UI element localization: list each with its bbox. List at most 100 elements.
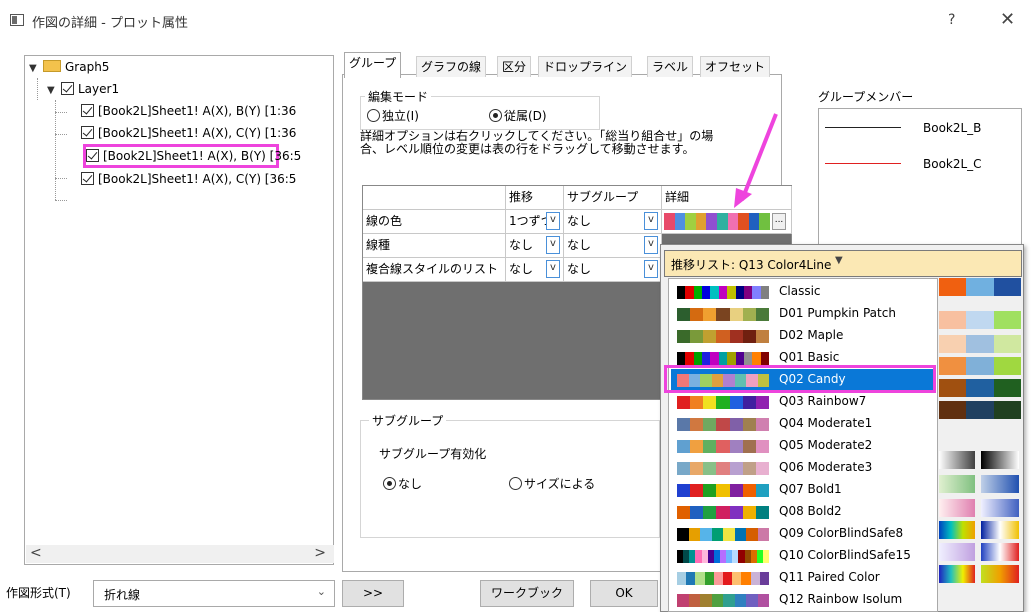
palette-item[interactable]: D02 Maple [671,325,935,347]
checkbox[interactable] [81,172,94,185]
tree-node-plot-selected[interactable]: [Book2L]Sheet1! A(X), B(Y) [36:5 [83,144,301,168]
radio-independent[interactable]: 独立(I) [367,107,419,124]
chevron-down-icon[interactable]: ▼ [47,80,61,102]
chevron-down-icon[interactable]: v [644,260,658,278]
tree-node-graph[interactable]: ▼ Graph5 [29,56,109,78]
palette-name: Q08 Bold2 [779,504,842,518]
radio-icon[interactable] [509,477,522,490]
chevron-down-icon[interactable]: v [546,212,560,230]
radio-icon[interactable] [367,109,380,122]
chevron-down-icon[interactable]: v [546,236,560,254]
edit-mode-title: 編集モード [365,88,432,105]
tree-node-plot-label: [Book2L]Sheet1! A(X), C(Y) [36:5 [98,172,297,186]
help-button[interactable]: ? [948,12,955,28]
tab-label[interactable]: ラベル [647,56,694,77]
color-strip [939,401,1021,419]
gradient-strip [939,451,975,469]
palette-swatch [677,550,770,563]
palette-item[interactable]: Q04 Moderate1 [671,413,935,435]
tab-line[interactable]: グラフの線 [416,56,487,77]
radio-independent-label: 独立(I) [382,109,419,123]
color-strip [939,357,1021,375]
palette-item[interactable]: Q03 Rainbow7 [671,391,935,413]
grid-row-label: 線種 [363,234,506,258]
palette-name: Q06 Moderate3 [779,460,873,474]
gradient-strip [981,475,1019,493]
tab-dropline[interactable]: ドロップライン [538,56,633,77]
palette-list[interactable]: Classic D01 Pumpkin Patch D02 Maple Q01 Bas… [668,278,938,612]
checkbox[interactable] [86,149,99,162]
tree-node-plot[interactable]: [Book2L]Sheet1! A(X), B(Y) [1:36 [81,100,296,122]
plot-type-label: 作図形式(T) [6,586,71,600]
gradient-strip [981,565,1019,583]
close-icon[interactable]: ✕ [1000,9,1015,30]
palette-item[interactable]: Q05 Moderate2 [671,435,935,457]
tab-category[interactable]: 区分 [497,56,532,77]
grid-subgroup-value: なし [567,262,592,276]
scroll-left-icon[interactable]: < [30,545,42,561]
tree-node-layer[interactable]: ▼ Layer1 [47,78,119,100]
palette-item[interactable]: D01 Pumpkin Patch [671,303,935,325]
palette-swatch [677,308,769,321]
chevron-down-icon[interactable]: ▼ [29,58,43,80]
palette-name: Classic [779,284,821,298]
radio-icon[interactable] [383,477,396,490]
chevron-down-icon: ▼ [835,255,843,266]
gradient-strip [939,475,975,493]
palette-item[interactable]: Q06 Moderate3 [671,457,935,479]
palette-name: Q12 Rainbow Isolum [779,592,903,606]
help-text: 詳細オプションは右クリックしてください。「総当り組合せ」の場合、レベル順位の変更… [360,129,714,156]
palette-name: Q05 Moderate2 [779,438,873,452]
grid-subgroup-cell[interactable]: なし v [564,258,662,282]
tree-node-plot-label: [Book2L]Sheet1! A(X), C(Y) [1:36 [98,126,297,140]
title-bar: 作図の詳細 - プロット属性 ? ✕ [0,0,1034,40]
scroll-right-icon[interactable]: > [314,545,326,561]
palette-dropdown[interactable]: 推移リスト: Q13 Color4Line ▼ [664,250,1022,277]
group-members-list: Book2L_B Book2L_C [818,108,1022,258]
palette-item[interactable]: Q10 ColorBlindSafe15 [671,545,935,567]
palette-swatch [677,594,769,607]
chevron-down-icon[interactable]: v [546,260,560,278]
grid-transition-cell[interactable]: なし v [506,258,564,282]
grid-transition-value: なし [509,238,534,252]
grid-transition-cell[interactable]: なし v [506,234,564,258]
checkbox[interactable] [61,82,74,95]
checkbox[interactable] [81,104,94,117]
plot-type-select[interactable]: 折れ線 ⌄ [93,580,335,607]
tab-offset[interactable]: オフセット [700,56,771,77]
checkbox[interactable] [81,126,94,139]
palette-name: Q04 Moderate1 [779,416,873,430]
radio-icon[interactable] [489,109,502,122]
radio-subgroup-size[interactable]: サイズによる [509,475,595,492]
grid-header-blank [363,186,506,210]
subgroup-enable-label: サブグループ有効化 [379,447,487,461]
chevron-down-icon: ⌄ [316,585,326,598]
tree-node-layer-label: Layer1 [78,82,120,96]
grid-transition-value: なし [509,262,534,276]
grid-subgroup-cell[interactable]: なし v [564,210,662,234]
palette-item[interactable]: Classic [671,281,935,303]
horizontal-scrollbar[interactable]: < > [26,545,334,563]
chevron-down-icon[interactable]: v [644,212,658,230]
plot-tree[interactable]: ▼ Graph5 ▼ Layer1 [Book2L]Sheet1! A(X), B(… [24,55,334,565]
tree-node-plot[interactable]: [Book2L]Sheet1! A(X), C(Y) [1:36 [81,122,296,144]
radio-subgroup-none[interactable]: なし [383,475,422,492]
ok-button[interactable]: OK [590,580,658,607]
grid-subgroup-cell[interactable]: なし v [564,234,662,258]
tab-group[interactable]: グループ [344,52,402,78]
grid-transition-cell[interactable]: 1つずつ v [506,210,564,234]
palette-item[interactable]: Q07 Bold1 [671,479,935,501]
palette-name: Q07 Bold1 [779,482,842,496]
plot-type-value: 折れ線 [104,588,141,602]
selection-highlight [664,365,936,393]
workbook-button[interactable]: ワークブック [480,580,574,607]
expand-button[interactable]: >> [342,580,404,607]
palette-item[interactable]: Q09 ColorBlindSafe8 [671,523,935,545]
radio-dependent[interactable]: 従属(D) [489,107,547,124]
palette-item[interactable]: Q11 Paired Color [671,567,935,589]
tree-node-plot[interactable]: [Book2L]Sheet1! A(X), C(Y) [36:5 [81,168,296,190]
palette-item[interactable]: Q08 Bold2 [671,501,935,523]
palette-item[interactable]: Q12 Rainbow Isolum [671,589,935,611]
gradient-strip [939,543,975,561]
chevron-down-icon[interactable]: v [644,236,658,254]
